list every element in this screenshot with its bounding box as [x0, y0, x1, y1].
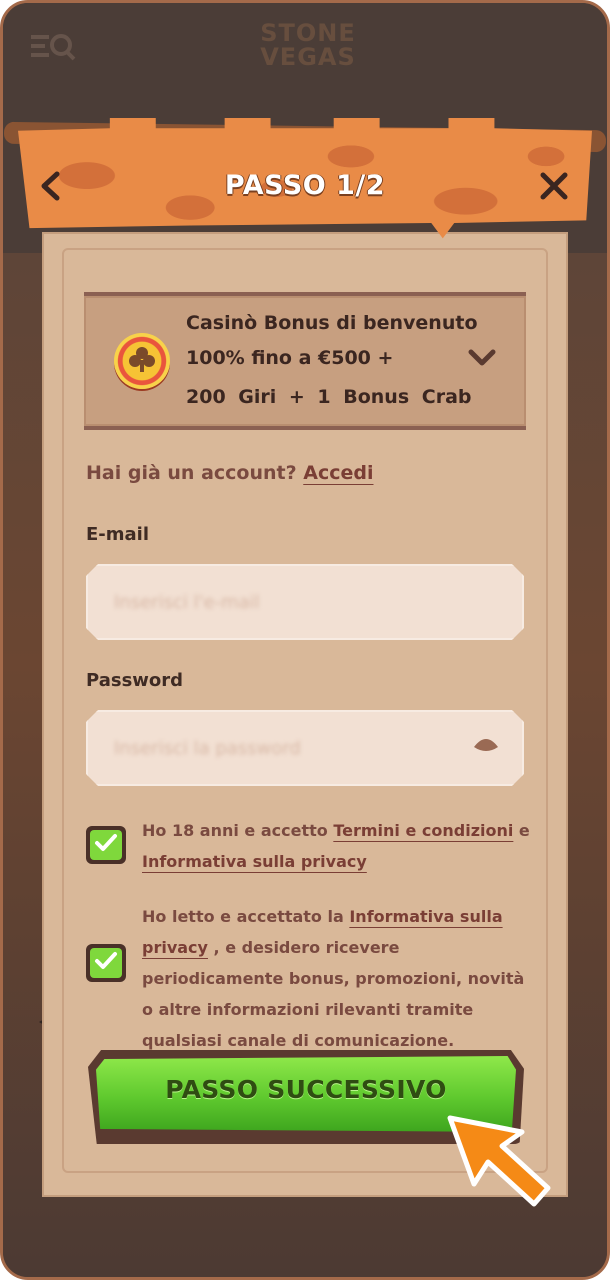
- password-field[interactable]: [88, 712, 522, 784]
- age-terms-checkbox[interactable]: [86, 826, 126, 864]
- login-prompt-text: Hai già un account?: [86, 462, 297, 484]
- chevron-down-icon: [467, 348, 497, 372]
- close-icon: [539, 171, 569, 205]
- bonus-offer: 100% fino a €500 +: [186, 347, 394, 369]
- logo-line2: VEGAS: [260, 43, 356, 71]
- pointer-arrow-icon: [444, 1114, 554, 1210]
- password-label: Password: [86, 670, 184, 691]
- close-button[interactable]: [534, 168, 574, 208]
- marketing-consent-text: Ho letto e accettato la Informativa sull…: [142, 901, 538, 1056]
- bonus-expand-button[interactable]: [464, 345, 500, 375]
- login-link[interactable]: Accedi: [303, 462, 373, 484]
- chevron-left-icon: [37, 171, 63, 205]
- email-field[interactable]: [88, 566, 522, 638]
- site-logo: STONE VEGAS: [243, 21, 373, 77]
- logo-line1: STONE: [260, 19, 356, 47]
- terms-link[interactable]: Termini e condizioni: [333, 821, 513, 840]
- consent1-connector: e: [513, 821, 530, 840]
- email-label: E-mail: [86, 524, 150, 545]
- checkmark-icon: [94, 833, 118, 857]
- back-button[interactable]: [30, 168, 70, 208]
- privacy-link[interactable]: Informativa sulla privacy: [142, 852, 367, 871]
- consent2-text: Ho letto e accettato la: [142, 907, 350, 926]
- bonus-extras: 200 Giri + 1 Bonus Crab: [186, 386, 472, 408]
- next-step-label: PASSO SUCCESSIVO: [165, 1075, 447, 1104]
- consent1-text: Ho 18 anni e accetto: [142, 821, 334, 840]
- password-field-wrapper: [86, 710, 524, 786]
- age-terms-text: Ho 18 anni e accetto Termini e condizion…: [142, 815, 538, 877]
- password-toggle-button[interactable]: [472, 736, 500, 758]
- bonus-title: Casinò Bonus di benvenuto: [186, 312, 478, 334]
- marketing-checkbox[interactable]: [86, 944, 126, 982]
- club-icon: [128, 345, 156, 375]
- checkbox-fill: [90, 830, 122, 860]
- menu-search-icon: [31, 31, 77, 65]
- step-title: PASSO 1/2: [224, 170, 386, 201]
- eye-icon: [473, 735, 499, 759]
- checkbox-fill: [90, 948, 122, 978]
- checkmark-icon: [94, 951, 118, 975]
- login-prompt: Hai già un account? Accedi: [86, 462, 373, 484]
- email-field-wrapper: [86, 564, 524, 640]
